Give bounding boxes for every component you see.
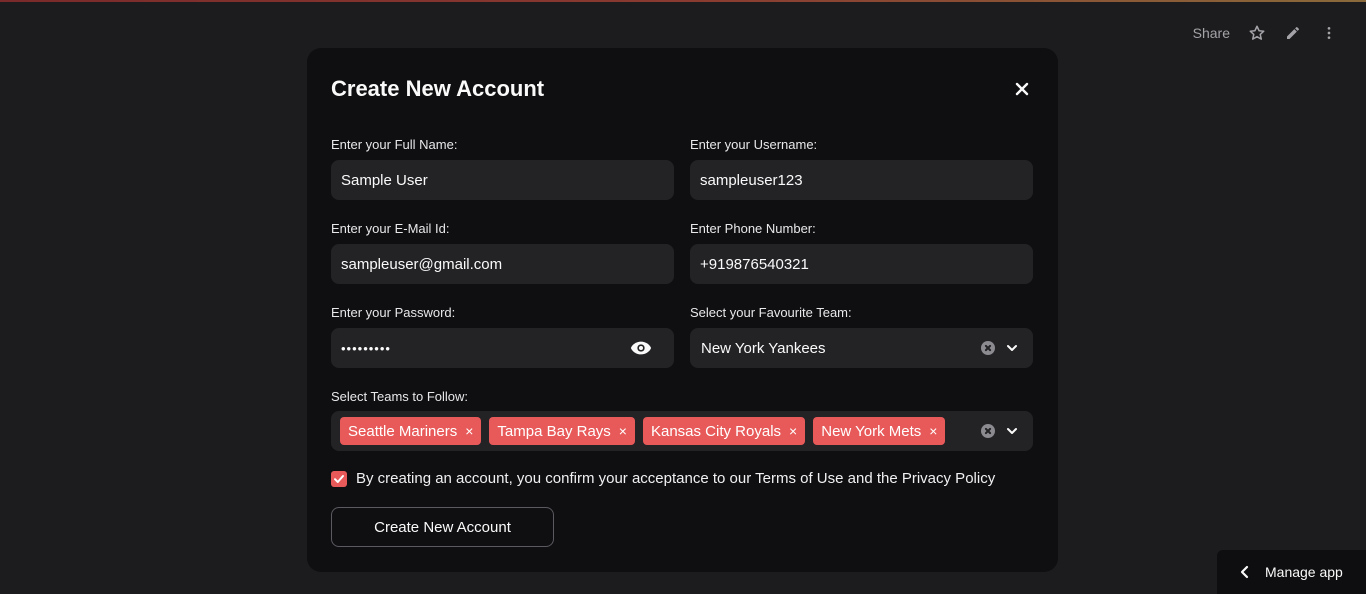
app-toolbar: Share [1193, 24, 1338, 42]
eye-icon[interactable] [630, 339, 652, 357]
share-button[interactable]: Share [1193, 25, 1230, 41]
pencil-icon[interactable] [1284, 24, 1302, 42]
top-accent-line [0, 0, 1366, 2]
favourite-team-controls [981, 328, 1019, 368]
star-icon[interactable] [1248, 24, 1266, 42]
create-account-button[interactable]: Create New Account [331, 507, 554, 547]
phone-input[interactable]: +919876540321 [690, 244, 1033, 284]
email-input[interactable]: sampleuser@gmail.com [331, 244, 674, 284]
username-input[interactable]: sampleuser123 [690, 160, 1033, 200]
team-chip: New York Mets × [813, 417, 946, 445]
chip-label: Kansas City Royals [650, 422, 782, 440]
terms-checkbox[interactable] [331, 471, 347, 487]
username-label: Enter your Username: [690, 137, 818, 152]
remove-chip-icon[interactable]: × [619, 424, 627, 438]
clear-icon[interactable] [981, 341, 995, 355]
chevron-down-icon[interactable] [1005, 341, 1019, 355]
kebab-menu-icon[interactable] [1320, 24, 1338, 42]
chip-label: New York Mets [821, 422, 922, 440]
password-input[interactable]: ••••••••• [331, 328, 674, 368]
favourite-team-select[interactable]: New York Yankees [690, 328, 1033, 368]
full-name-input[interactable]: Sample User [331, 160, 674, 200]
password-value: ••••••••• [341, 340, 391, 356]
chevron-left-icon [1240, 565, 1249, 579]
remove-chip-icon[interactable]: × [929, 424, 937, 438]
manage-app-label: Manage app [1265, 564, 1343, 580]
team-chip: Seattle Mariners × [340, 417, 482, 445]
password-label: Enter your Password: [331, 305, 456, 320]
favourite-team-value: New York Yankees [701, 339, 826, 357]
email-value: sampleuser@gmail.com [341, 255, 503, 273]
team-chip: Tampa Bay Rays × [489, 417, 635, 445]
remove-chip-icon[interactable]: × [789, 424, 797, 438]
manage-app-button[interactable]: Manage app [1217, 550, 1366, 594]
close-icon[interactable] [1014, 81, 1030, 97]
remove-chip-icon[interactable]: × [465, 424, 473, 438]
phone-label: Enter Phone Number: [690, 221, 816, 236]
create-account-dialog: Create New Account Enter your Full Name:… [307, 48, 1058, 572]
dialog-title: Create New Account [331, 76, 545, 101]
email-label: Enter your E-Mail Id: [331, 221, 450, 236]
chip-label: Seattle Mariners [348, 422, 458, 440]
follow-teams-controls [981, 411, 1019, 451]
team-chip: Kansas City Royals × [642, 417, 806, 445]
clear-icon[interactable] [981, 424, 995, 438]
username-value: sampleuser123 [700, 171, 803, 189]
chevron-down-icon[interactable] [1005, 424, 1019, 438]
full-name-label: Enter your Full Name: [331, 137, 458, 152]
chip-label: Tampa Bay Rays [497, 422, 611, 440]
full-name-value: Sample User [341, 171, 428, 189]
favourite-team-label: Select your Favourite Team: [690, 305, 852, 320]
terms-label: By creating an account, you confirm your… [356, 470, 996, 487]
follow-teams-multiselect[interactable]: Seattle Mariners × Tampa Bay Rays × Kans… [331, 411, 1033, 451]
phone-value: +919876540321 [700, 255, 809, 273]
check-icon [334, 475, 344, 483]
follow-teams-label: Select Teams to Follow: [331, 389, 469, 404]
